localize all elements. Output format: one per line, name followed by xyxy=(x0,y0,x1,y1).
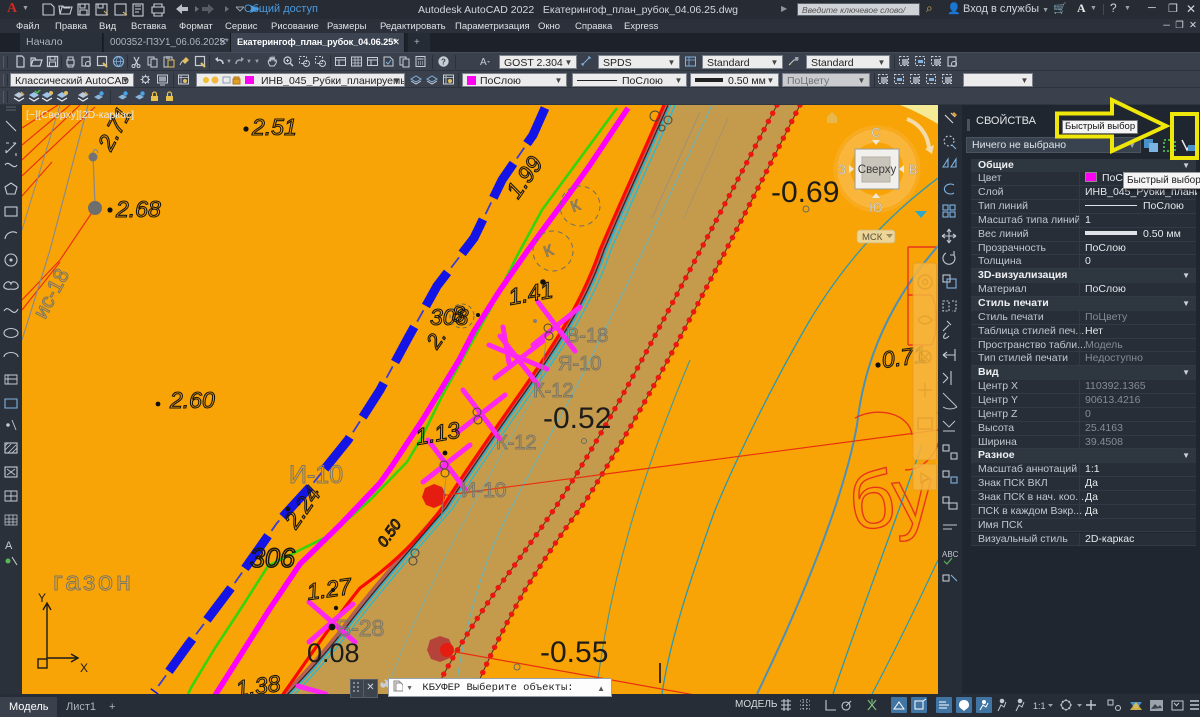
svg-text:С: С xyxy=(871,125,880,140)
svg-text:В: В xyxy=(909,162,918,177)
svg-text:X: X xyxy=(80,661,88,675)
svg-text:В-18: В-18 xyxy=(566,325,608,347)
svg-text:З: З xyxy=(838,162,846,177)
svg-text:Я-10: Я-10 xyxy=(558,353,601,375)
svg-text:306: 306 xyxy=(250,543,296,573)
svg-text:?: ? xyxy=(441,58,446,67)
svg-text:A: A xyxy=(5,540,13,552)
svg-text:-0.52: -0.52 xyxy=(543,402,611,435)
svg-text:2.60: 2.60 xyxy=(169,387,215,413)
svg-text:2.51: 2.51 xyxy=(251,114,297,140)
svg-text:-0.55: -0.55 xyxy=(540,636,608,669)
svg-text:И-10: И-10 xyxy=(461,479,506,502)
svg-text:Сверху: Сверху xyxy=(858,164,897,176)
svg-text:A: A xyxy=(480,57,487,68)
svg-text:0.08: 0.08 xyxy=(307,638,360,668)
svg-text:[−][Сверху][2D-каркас]: [−][Сверху][2D-каркас] xyxy=(26,109,134,121)
svg-text:МСК: МСК xyxy=(862,232,883,243)
svg-text:К-12: К-12 xyxy=(533,380,574,402)
svg-text:Y: Y xyxy=(38,591,46,605)
svg-text:1:1: 1:1 xyxy=(1033,701,1046,711)
svg-text:-0.69: -0.69 xyxy=(771,176,839,209)
svg-text:газон: газон xyxy=(53,566,134,596)
svg-text:И-10: И-10 xyxy=(289,461,343,489)
svg-text:К-12: К-12 xyxy=(496,432,537,454)
svg-text:ABC: ABC xyxy=(942,550,959,559)
svg-text:Б-28: Б-28 xyxy=(336,615,384,641)
svg-text:2.68: 2.68 xyxy=(115,196,161,222)
svg-text:Ю: Ю xyxy=(869,200,882,215)
